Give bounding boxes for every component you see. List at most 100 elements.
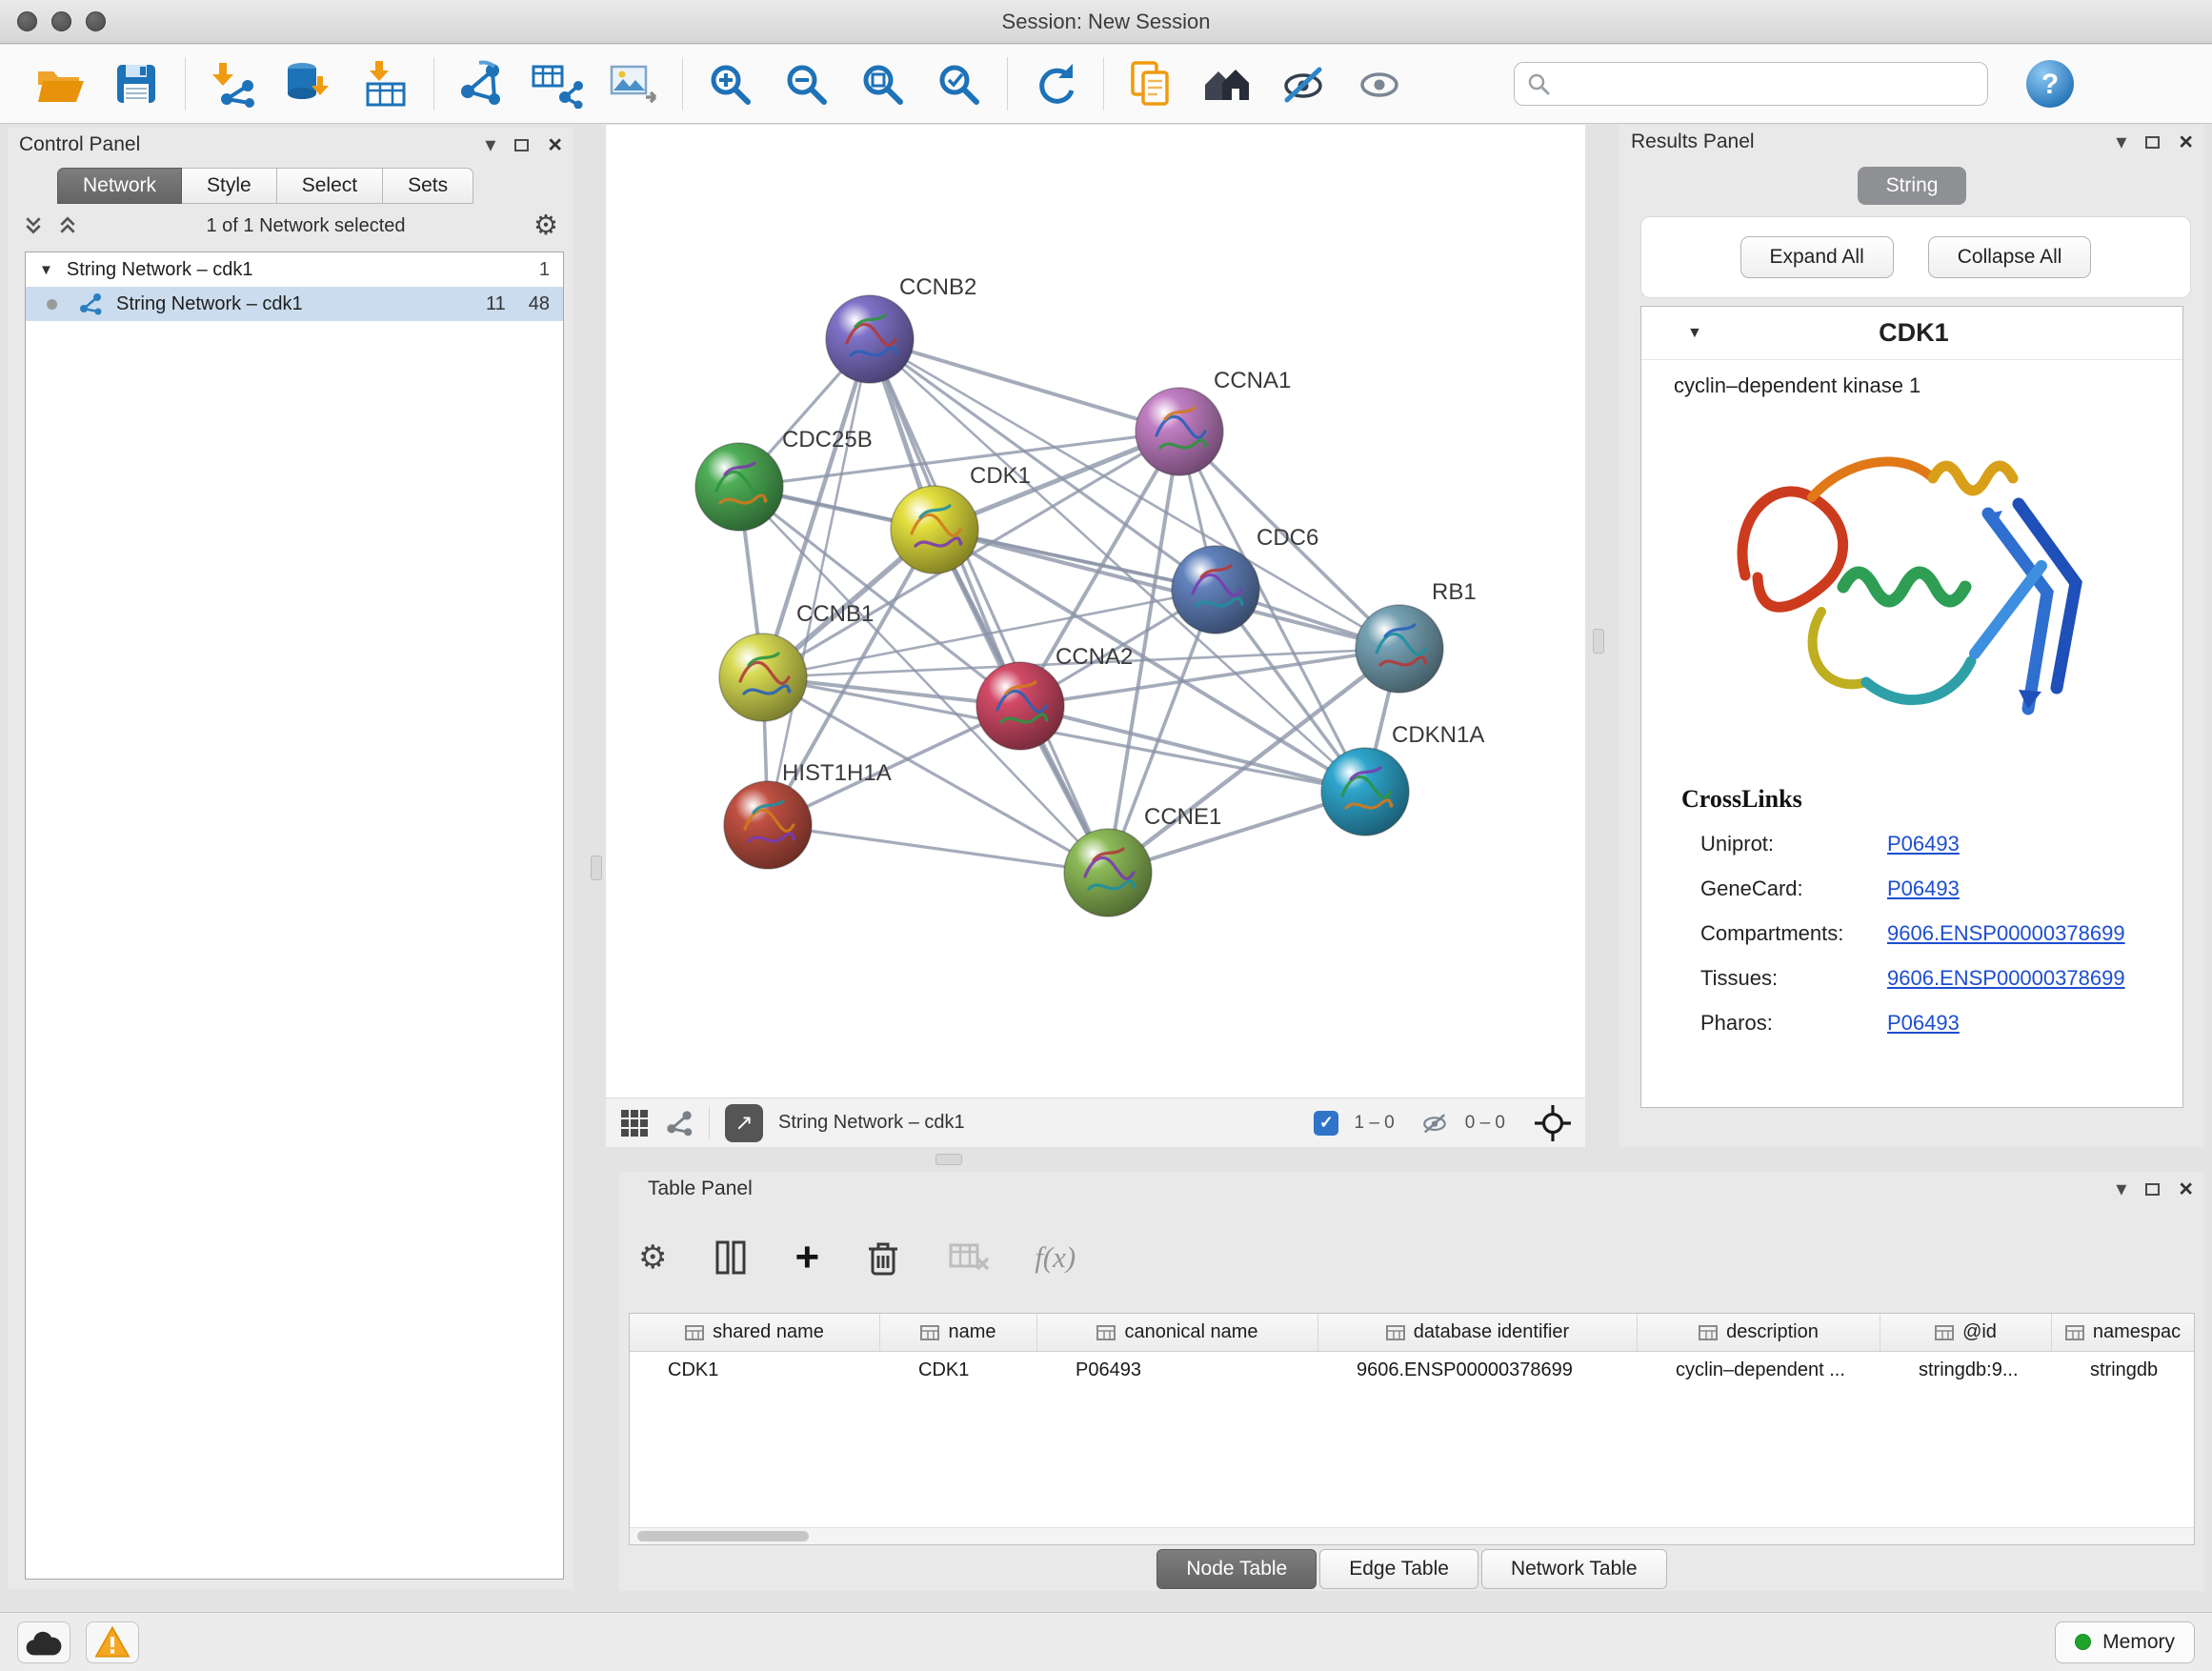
save-session-button[interactable] [105, 53, 168, 114]
cell-name[interactable]: CDK1 [880, 1359, 1037, 1381]
left-splitter-handle[interactable] [591, 856, 602, 880]
zoom-fit-button[interactable] [851, 53, 914, 114]
column-header-name[interactable]: name [880, 1314, 1037, 1351]
column-header-canonical-name[interactable]: canonical name [1037, 1314, 1318, 1351]
control-panel-close-icon[interactable]: × [548, 133, 562, 157]
network-node-CDK1 [891, 486, 978, 574]
collapse-all-button[interactable]: Collapse All [1928, 236, 2092, 278]
crosslink-uniprot-link[interactable]: P06493 [1887, 832, 1960, 856]
right-splitter-handle[interactable] [1593, 629, 1604, 654]
home-button[interactable] [1196, 53, 1258, 114]
cell-shared-name[interactable]: CDK1 [630, 1359, 880, 1381]
column-header-database-identifier[interactable]: database identifier [1318, 1314, 1638, 1351]
cell-canonical-name[interactable]: P06493 [1037, 1359, 1318, 1381]
network-from-table-button[interactable] [526, 53, 589, 114]
zoom-fit-icon [858, 60, 906, 108]
network-node-CCNB1 [719, 634, 807, 721]
tree-expanded-icon[interactable]: ▼ [39, 262, 53, 278]
window-zoom-icon[interactable] [86, 11, 106, 31]
tab-select[interactable]: Select [277, 168, 383, 204]
warnings-button[interactable] [86, 1621, 139, 1663]
toolbar-search[interactable] [1514, 62, 1988, 106]
network-row-selected[interactable]: String Network – cdk1 11 48 [26, 287, 563, 321]
new-network-icon [456, 59, 506, 109]
export-image-button[interactable] [602, 53, 665, 114]
network-view-footer: ↗ String Network – cdk1 ✓ 1 – 0 0 – 0 [606, 1097, 1585, 1147]
new-network-button[interactable] [450, 53, 513, 114]
bottom-splitter-handle[interactable] [935, 1154, 962, 1165]
tab-edge-table[interactable]: Edge Table [1319, 1549, 1478, 1589]
table-row[interactable]: CDK1 CDK1 P06493 9606.ENSP00000378699 cy… [630, 1352, 2194, 1388]
cloud-status-button[interactable] [17, 1621, 70, 1663]
grid-view-icon[interactable] [619, 1108, 650, 1138]
network-graph[interactable]: CCNB2CCNA1CDC25BCDK1CDC6RB1CCNB1CCNA2CDK… [606, 125, 1585, 1097]
crosslink-pharos-link[interactable]: P06493 [1887, 1011, 1960, 1036]
network-canvas[interactable]: CCNB2CCNA1CDC25BCDK1CDC6RB1CCNB1CCNA2CDK… [606, 125, 1585, 1097]
copy-document-button[interactable] [1119, 53, 1182, 114]
tab-node-table[interactable]: Node Table [1156, 1549, 1317, 1589]
table-panel-close-icon[interactable]: × [2179, 1178, 2193, 1201]
cell-description[interactable]: cyclin–dependent ... [1638, 1359, 1880, 1381]
birds-eye-crosshair-icon[interactable] [1534, 1104, 1572, 1142]
results-panel-float-icon[interactable] [2145, 136, 2160, 149]
column-header-namespace[interactable]: namespac [2052, 1314, 2194, 1351]
delete-trash-icon[interactable] [861, 1236, 905, 1279]
control-panel-collapse-icon[interactable]: ▾ [485, 134, 495, 155]
column-header-description[interactable]: description [1638, 1314, 1880, 1351]
window-close-icon[interactable] [17, 11, 37, 31]
show-all-button[interactable] [1348, 53, 1411, 114]
table-settings-gear-icon[interactable]: ⚙ [638, 1241, 667, 1274]
network-view-icon[interactable] [665, 1109, 694, 1137]
column-header-shared-name[interactable]: shared name [630, 1314, 880, 1351]
control-panel-header: Control Panel ▾ × [8, 128, 573, 162]
tab-string[interactable]: String [1858, 167, 1966, 205]
expand-all-icon[interactable] [57, 216, 78, 235]
apply-layout-button[interactable] [1023, 53, 1086, 114]
add-column-icon[interactable] [709, 1236, 753, 1279]
tab-network[interactable]: Network [57, 168, 182, 204]
tab-network-table[interactable]: Network Table [1481, 1549, 1667, 1589]
table-panel-collapse-icon[interactable]: ▾ [2116, 1178, 2126, 1199]
table-panel-float-icon[interactable] [2145, 1183, 2160, 1196]
open-session-button[interactable] [29, 53, 91, 114]
zoom-out-button[interactable] [774, 53, 837, 114]
column-header-id[interactable]: @id [1880, 1314, 2052, 1351]
network-options-gear-icon[interactable]: ⚙ [533, 212, 558, 240]
cell-namespace[interactable]: stringdb [2052, 1359, 2194, 1381]
help-button[interactable]: ? [2019, 53, 2081, 114]
selected-checkbox-icon[interactable]: ✓ [1314, 1111, 1338, 1136]
memory-button[interactable]: Memory [2055, 1621, 2195, 1663]
network-collection-row[interactable]: ▼ String Network – cdk1 1 [26, 252, 563, 287]
search-input[interactable] [1551, 73, 1976, 95]
node-label-CDK1: CDK1 [970, 463, 1031, 489]
crosslink-row: Compartments: 9606.ENSP00000378699 [1641, 911, 2182, 956]
hide-selected-button[interactable] [1272, 53, 1335, 114]
crosslink-genecard-link[interactable]: P06493 [1887, 876, 1960, 901]
results-panel-collapse-icon[interactable]: ▾ [2116, 131, 2126, 152]
tab-style[interactable]: Style [182, 168, 277, 204]
control-panel-float-icon[interactable] [514, 139, 529, 151]
add-row-icon[interactable]: + [794, 1237, 819, 1278]
import-network-from-file-button[interactable] [201, 53, 264, 114]
import-network-from-database-button[interactable] [277, 53, 340, 114]
import-table-from-file-button[interactable] [353, 53, 416, 114]
tab-sets[interactable]: Sets [383, 168, 473, 204]
results-panel-close-icon[interactable]: × [2179, 131, 2193, 154]
collapse-all-icon[interactable] [23, 216, 44, 235]
cell-database-identifier[interactable]: 9606.ENSP00000378699 [1318, 1359, 1638, 1381]
crosslink-compartments-link[interactable]: 9606.ENSP00000378699 [1887, 921, 2125, 946]
crosslink-tissues-link[interactable]: 9606.ENSP00000378699 [1887, 966, 2125, 991]
expand-all-button[interactable]: Expand All [1740, 236, 1894, 278]
section-expanded-icon[interactable]: ▼ [1687, 325, 1702, 342]
crosslinks-heading: CrossLinks [1641, 756, 2182, 821]
open-in-window-button[interactable]: ↗ [725, 1104, 763, 1142]
cell-id[interactable]: stringdb:9... [1880, 1359, 2052, 1381]
scrollbar-thumb[interactable] [637, 1531, 809, 1541]
protein-title-row[interactable]: ▼ CDK1 [1641, 307, 2182, 360]
eye-slash-icon [1279, 60, 1327, 108]
horizontal-scrollbar[interactable] [630, 1527, 2194, 1544]
export-image-icon [608, 59, 659, 109]
window-minimize-icon[interactable] [51, 11, 71, 31]
zoom-selected-button[interactable] [927, 53, 990, 114]
zoom-in-button[interactable] [698, 53, 761, 114]
